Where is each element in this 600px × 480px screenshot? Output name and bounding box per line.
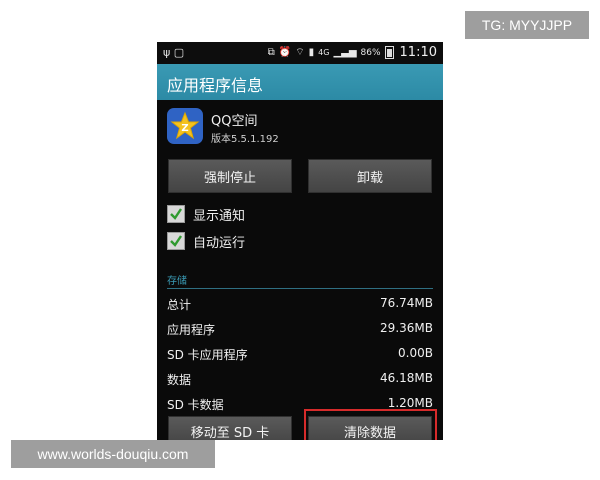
option-label: 显示通知 [193,208,246,224]
app-version: 版本5.5.1.192 [211,134,279,145]
section-divider [167,288,433,289]
network-type: 4G [318,48,330,57]
storage-value: 0.00B [398,346,433,360]
option-label: 自动运行 [193,235,246,251]
storage-label: SD 卡数据 [167,398,224,412]
alarm-icon: ⏰ [278,47,292,58]
phone-screen: ψ ▢ ⧉ ⏰ ⌔ ▮ 4G ▁▃▅ 86% 11:10 应用程序信息 Z QQ… [157,42,443,440]
storage-section-title: 存储 [167,276,187,287]
uninstall-button[interactable]: 卸载 [308,159,432,193]
clipboard-icon: ▢ [173,46,185,59]
storage-row-data: 数据 46.18MB [167,367,433,391]
status-left-icons: ψ ▢ [163,46,184,59]
usb-icon: ψ [163,46,171,59]
status-right: ⧉ ⏰ ⌔ ▮ 4G ▁▃▅ 86% 11:10 [268,45,437,60]
force-stop-button[interactable]: 强制停止 [168,159,292,193]
storage-value: 1.20MB [387,396,433,410]
vibrate-icon: ⧉ [267,47,275,58]
check-icon[interactable] [167,232,185,250]
battery-percent: 86% [360,47,381,58]
storage-row-total: 总计 76.74MB [167,292,433,316]
storage-label: 应用程序 [167,323,216,337]
status-time: 11:10 [399,45,437,60]
check-icon[interactable] [167,205,185,223]
wifi-icon: ⌔ [295,47,305,58]
storage-value: 46.18MB [380,371,433,385]
storage-label: 总计 [167,298,192,312]
option-auto-run[interactable]: 自动运行 [167,230,245,252]
storage-label: 数据 [167,373,192,387]
storage-value: 76.74MB [380,296,433,310]
watermark-bottom-left: www.worlds-douqiu.com [11,440,215,468]
option-show-notification[interactable]: 显示通知 [167,203,245,225]
svg-text:Z: Z [181,123,188,134]
title-bar: 应用程序信息 [157,64,443,100]
app-name: QQ空间 [211,114,258,129]
battery-icon [384,46,394,59]
storage-row-app: 应用程序 29.36MB [167,317,433,341]
watermark-top-right: TG: MYYJJPP [465,11,589,39]
storage-label: SD 卡应用程序 [167,348,248,362]
status-bar: ψ ▢ ⧉ ⏰ ⌔ ▮ 4G ▁▃▅ 86% 11:10 [157,42,443,64]
storage-value: 29.36MB [380,321,433,335]
storage-row-sd-app: SD 卡应用程序 0.00B [167,342,433,366]
move-to-sd-button[interactable]: 移动至 SD 卡 [168,416,292,440]
qzone-star-icon: Z [167,108,203,144]
page-title: 应用程序信息 [167,76,264,95]
signal-icon: ▁▃▅ [333,47,357,58]
sim-icon: ▮ [308,47,315,58]
clear-data-highlight [304,409,437,440]
